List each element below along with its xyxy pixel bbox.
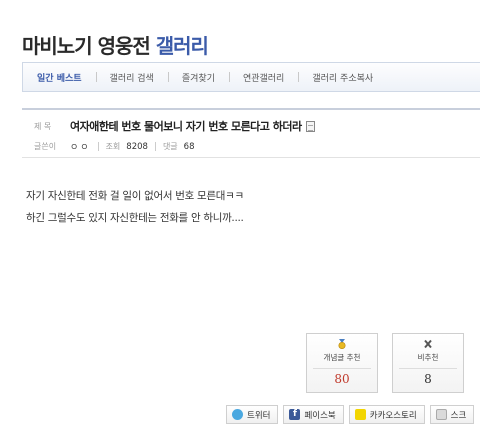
gallery-title-accent[interactable]: 갤러리 [156,34,209,58]
tab-related-galleries[interactable]: 연관갤러리 [228,71,298,84]
document-icon [305,120,315,132]
share-scrap-button[interactable]: 스크 [429,405,475,424]
post-body-line: 하긴 그럴수도 있지 자신한테는 전화를 안 하니까.... [26,212,244,224]
comments-count: 68 [183,141,195,152]
medal-icon [338,339,346,349]
subject-label: 제 목 [34,121,52,131]
gallery-title: 마비노기 영웅전 갤러리 [22,30,209,59]
tab-gallery-search[interactable]: 갤러리 검색 [95,71,168,84]
post-body-line: 자기 자신한테 전화 걸 일이 없어서 번호 모른대ㅋㅋ [26,190,244,202]
scrap-icon [435,409,447,420]
kakaostory-icon [354,409,366,420]
share-twitter-button[interactable]: 트위터 [226,405,279,424]
post-subject-row: 제 목 여자애한테 번호 물어보니 자기 번호 모른다고 하더라 [34,118,315,134]
post-body: 자기 자신한테 전화 걸 일이 없어서 번호 모른대ㅋㅋ 하긴 그럴수도 있지 … [26,185,244,229]
share-facebook-button[interactable]: f 페이스북 [283,405,344,424]
x-icon [424,339,432,349]
tab-favorites[interactable]: 즐겨찾기 [167,71,229,84]
not-recommend-label: 비추천 [417,353,439,362]
not-recommend-button[interactable]: 비추천 8 [392,333,464,393]
share-twitter-label: 트위터 [247,410,271,421]
share-scrap-label: 스크 [450,410,467,421]
views-count: 8208 [126,141,148,152]
meta-divider [154,142,156,151]
tab-copy-gallery-address[interactable]: 갤러리 주소복사 [298,71,387,84]
recommend-label: 개념글 추천 [323,353,361,362]
author-label: 글쓴이 [34,142,57,151]
not-recommend-count: 8 [424,372,432,386]
gallery-title-main: 마비노기 영웅전 [22,34,151,58]
views-label: 조회 [105,142,121,151]
gallery-tab-bar: 일간 베스트 갤러리 검색 즐겨찾기 연관갤러리 갤러리 주소복사 [22,62,480,92]
post-header: 제 목 여자애한테 번호 물어보니 자기 번호 모른다고 하더라 글쓴이 ㅇㅇ … [22,108,480,158]
vote-divider [399,368,457,369]
recommend-count: 80 [334,372,350,386]
post-subject: 여자애한테 번호 물어보니 자기 번호 모른다고 하더라 [70,120,302,133]
comments-label: 댓글 [162,142,178,151]
share-bar: 트위터 f 페이스북 카카오스토리 스크 [226,405,475,424]
share-kakaostory-button[interactable]: 카카오스토리 [348,405,425,424]
facebook-icon: f [289,409,301,420]
twitter-icon [232,409,243,420]
post-author[interactable]: ㅇㅇ [70,140,91,153]
recommend-button[interactable]: 개념글 추천 80 [306,333,378,393]
post-meta-row: 글쓴이 ㅇㅇ 조회 8208 댓글 68 [34,140,195,154]
meta-divider [97,142,99,151]
tab-daily-best[interactable]: 일간 베스트 [23,71,96,84]
share-kakaostory-label: 카카오스토리 [369,410,417,421]
share-facebook-label: 페이스북 [304,410,336,421]
vote-divider [313,368,371,369]
